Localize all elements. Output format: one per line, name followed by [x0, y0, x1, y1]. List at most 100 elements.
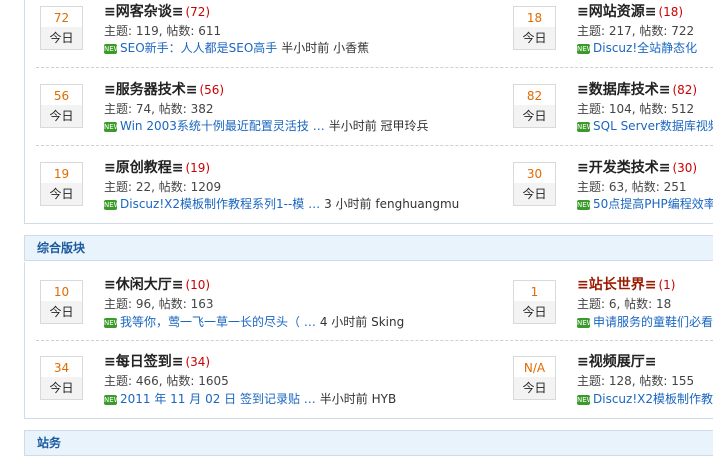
forum-prefix: ≡ [577, 4, 589, 20]
last-post-meta: 半小时前 HYB [319, 392, 397, 406]
last-post-title[interactable]: 50点提高PHP编程效率 [593, 197, 713, 211]
post-count: 19 [53, 167, 70, 181]
forum-suffix: ≡ [171, 4, 184, 20]
forum-title[interactable]: ≡休闲大厅≡ (10) [104, 274, 210, 294]
last-post-meta: 半小时前 小香蕉 [281, 41, 370, 55]
last-post-title[interactable]: SEO新手：人人都是SEO高手 [120, 41, 277, 55]
new-post-icon: NEW [577, 43, 594, 54]
forum-stats: 主题: 217, 帖数: 722 [577, 24, 695, 38]
forum-name[interactable]: 网站资源 [589, 4, 645, 20]
new-post-count: (72) [185, 5, 211, 19]
last-post-title[interactable]: Discuz!X2模板制作教程系列1--模 … [120, 197, 320, 211]
post-count-box: 18 今日 [513, 6, 556, 50]
new-post-icon: NEW [577, 394, 594, 405]
today-label: 今日 [41, 183, 82, 205]
last-post-title[interactable]: 2011 年 11 月 02 日 签到记录贴 … [120, 392, 316, 406]
forum-name[interactable]: 网客杂谈 [116, 4, 172, 20]
forum-title[interactable]: ≡站长世界≡ (1) [577, 274, 675, 294]
post-count-box: 82 今日 [513, 84, 556, 128]
last-post: NEW申请服务的童鞋们必看 [577, 313, 713, 330]
forum-prefix: ≡ [104, 277, 116, 293]
new-post-count: (1) [658, 278, 676, 292]
post-count-box: 56 今日 [40, 84, 83, 128]
last-post-title[interactable]: 我等你，莺一飞一草一长的尽头（ … [120, 315, 316, 329]
new-post-icon: NEW [104, 394, 121, 405]
post-count: 1 [530, 285, 539, 299]
forum-name[interactable]: 视频展厅 [589, 354, 645, 370]
post-count: 56 [53, 89, 70, 103]
new-post-count: (19) [185, 161, 211, 175]
forum-title[interactable]: ≡网站资源≡ (18) [577, 1, 683, 21]
last-post: NEWWin 2003系统十例最近配置灵活技 … 半小时前 冠甲玲兵 [104, 117, 429, 134]
forum-title[interactable]: ≡服务器技术≡ (56) [104, 79, 224, 99]
forum-title[interactable]: ≡原创教程≡ (19) [104, 157, 210, 177]
new-post-count: (82) [672, 83, 698, 97]
today-label: 今日 [41, 105, 82, 127]
forum-title[interactable]: ≡每日签到≡ (34) [104, 351, 210, 371]
section-header[interactable]: 综合版块 [24, 235, 713, 261]
forum-stats: 主题: 6, 帖数: 18 [577, 297, 672, 311]
post-count: 18 [526, 11, 543, 25]
last-post: NEW2011 年 11 月 02 日 签到记录贴 … 半小时前 HYB [104, 390, 396, 407]
forum-prefix: ≡ [577, 354, 589, 370]
today-label: 今日 [41, 27, 82, 49]
forum-stats: 主题: 74, 帖数: 382 [104, 102, 214, 116]
last-post-title[interactable]: Win 2003系统十例最近配置灵活技 … [120, 119, 325, 133]
forum-prefix: ≡ [577, 82, 589, 98]
today-label: 今日 [514, 105, 555, 127]
post-count-box: 34 今日 [40, 356, 83, 400]
last-post: NEWDiscuz!X2模板制作教程系列1--模 … 3 小时前 fenghuan… [104, 195, 459, 212]
forum-stats: 主题: 128, 帖数: 155 [577, 374, 695, 388]
new-post-icon: NEW [577, 317, 594, 328]
forum-suffix: ≡ [644, 4, 657, 20]
post-count: N/A [523, 361, 546, 375]
today-label: 今日 [41, 301, 82, 323]
forum-name[interactable]: 原创教程 [116, 160, 172, 176]
today-label: 今日 [41, 377, 82, 399]
forum-stats: 主题: 96, 帖数: 163 [104, 297, 214, 311]
post-count-box: 72 今日 [40, 6, 83, 50]
forum-stats: 主题: 466, 帖数: 1605 [104, 374, 229, 388]
new-post-icon: NEW [577, 199, 594, 210]
last-post-title[interactable]: Discuz!全站静态化 [593, 41, 697, 55]
forum-name[interactable]: 每日签到 [116, 354, 172, 370]
last-post: NEWDiscuz!全站静态化 [577, 39, 697, 56]
forum-name[interactable]: 数据库技术 [589, 82, 659, 98]
post-count-box: N/A 今日 [513, 356, 556, 400]
forum-suffix: ≡ [644, 354, 657, 370]
new-post-icon: NEW [104, 199, 121, 210]
post-count-box: 30 今日 [513, 162, 556, 206]
new-post-count: (34) [185, 355, 211, 369]
last-post-meta: 半小时前 冠甲玲兵 [328, 119, 429, 133]
last-post-title[interactable]: Discuz!X2模板制作教程 [593, 392, 713, 406]
forum-name[interactable]: 开发类技术 [589, 160, 659, 176]
last-post-meta: 3 小时前 fenghuangmu [324, 197, 460, 211]
forum-title[interactable]: ≡开发类技术≡ (30) [577, 157, 697, 177]
forum-name[interactable]: 站长世界 [589, 277, 645, 293]
new-post-icon: NEW [104, 43, 121, 54]
forum-name[interactable]: 休闲大厅 [116, 277, 172, 293]
forum-prefix: ≡ [104, 160, 116, 176]
forum-name[interactable]: 服务器技术 [116, 82, 186, 98]
forum-title[interactable]: ≡网客杂谈≡ (72) [104, 1, 210, 21]
forum-title[interactable]: ≡视频展厅≡ [577, 351, 656, 371]
new-post-count: (18) [658, 5, 684, 19]
new-post-count: (30) [672, 161, 698, 175]
forum-prefix: ≡ [577, 277, 589, 293]
last-post: NEWSEO新手：人人都是SEO高手 半小时前 小香蕉 [104, 39, 369, 56]
forum-suffix: ≡ [658, 160, 671, 176]
today-label: 今日 [514, 301, 555, 323]
forum-prefix: ≡ [104, 354, 116, 370]
last-post: NEW我等你，莺一飞一草一长的尽头（ … 4 小时前 Sking [104, 313, 404, 330]
last-post: NEWDiscuz!X2模板制作教程 [577, 390, 713, 407]
today-label: 今日 [514, 183, 555, 205]
last-post-title[interactable]: 申请服务的童鞋们必看 [593, 315, 713, 329]
last-post-title[interactable]: SQL Server数据库视频 [593, 119, 713, 133]
forum-title[interactable]: ≡数据库技术≡ (82) [577, 79, 697, 99]
new-post-icon: NEW [104, 317, 121, 328]
section-header[interactable]: 站务 [24, 430, 713, 456]
last-post: NEWSQL Server数据库视频 [577, 117, 713, 134]
forum-stats: 主题: 22, 帖数: 1209 [104, 180, 222, 194]
new-post-icon: NEW [104, 121, 121, 132]
today-label: 今日 [514, 377, 555, 399]
